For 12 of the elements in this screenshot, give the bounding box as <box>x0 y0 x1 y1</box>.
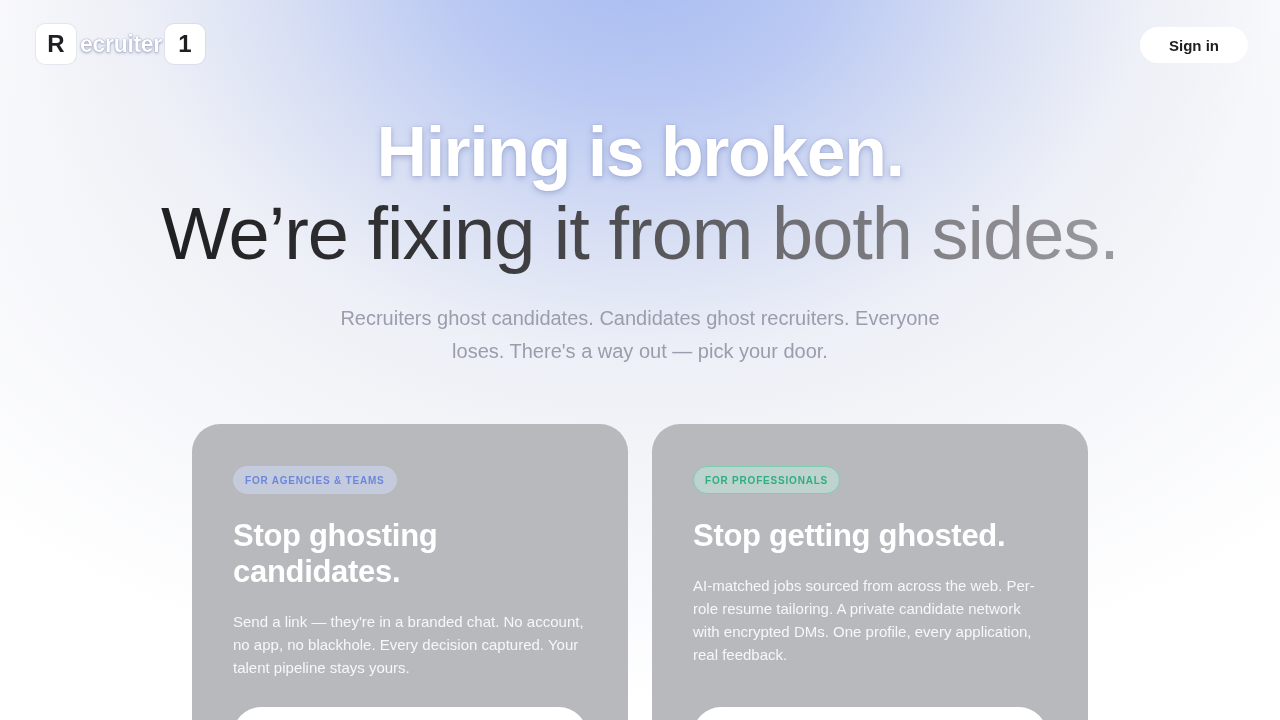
sign-in-button[interactable]: Sign in <box>1140 27 1248 63</box>
card-title: Stop ghosting candidates. <box>233 518 439 590</box>
card-title: Stop getting ghosted. <box>693 518 1006 554</box>
card-description: Send a link — they're in a branded chat. No account, no app, no blackhole. Every decision captured. Your talent pipeline stays yours. <box>233 612 585 678</box>
audience-badge: FOR PROFESSIONALS <box>693 466 841 494</box>
hero-headline: Hiring is broken. <box>376 112 904 192</box>
logo-letter-tile: R <box>36 24 76 64</box>
hero-description: Recruiters ghost candidates. Candidates ghost recruiters. Everyone loses. There's a way out — pick your door. <box>339 306 941 364</box>
logo-number-tile: 1 <box>165 24 205 64</box>
logo-text: ecruiter <box>79 30 164 58</box>
audience-badge: FOR AGENCIES & TEAMS <box>233 466 397 494</box>
card-description: AI-matched jobs sourced from across the web. Per-role resume tailoring. A private candidate network with encrypted DMs. One profile, every application, real feedback. <box>693 576 1036 665</box>
